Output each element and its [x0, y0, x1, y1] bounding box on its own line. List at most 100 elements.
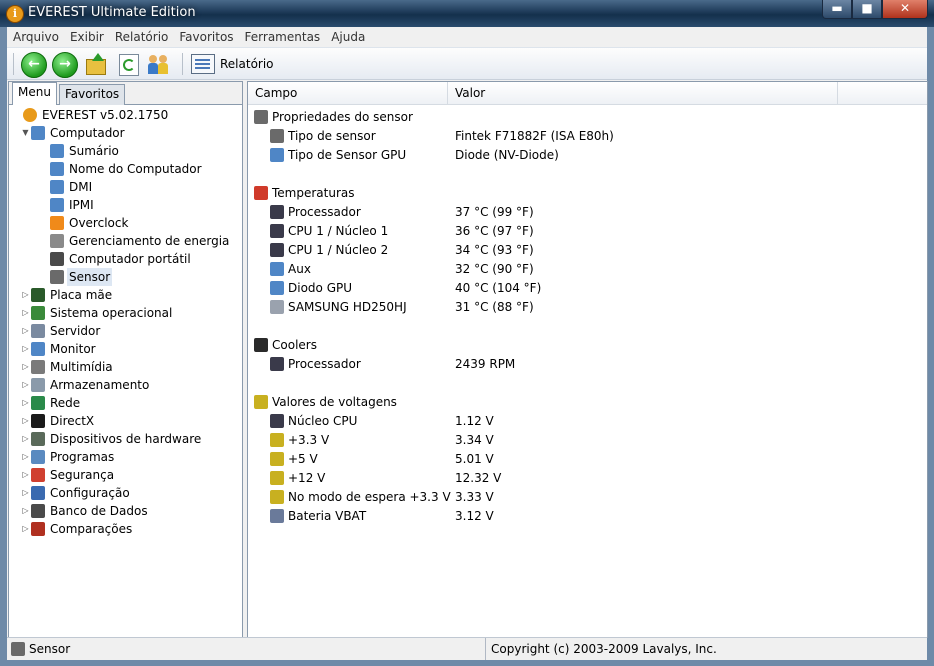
- tree-item[interactable]: EVEREST v5.02.1750: [9, 106, 242, 124]
- up-folder-icon[interactable]: [84, 52, 108, 76]
- tree-item[interactable]: ▷ Banco de Dados: [9, 502, 242, 520]
- storage-icon: [31, 378, 45, 392]
- tab-favoritos[interactable]: Favoritos: [59, 84, 126, 105]
- tree-item[interactable]: ▷ Rede: [9, 394, 242, 412]
- status-copyright: Copyright (c) 2003-2009 Lavalys, Inc.: [491, 642, 717, 656]
- field-name: Processador: [288, 357, 361, 371]
- title-bar[interactable]: i EVEREST Ultimate Edition ▬ ■ ✕: [0, 0, 934, 27]
- menu-ajuda[interactable]: Ajuda: [325, 27, 370, 44]
- menu-exibir[interactable]: Exibir: [64, 27, 109, 44]
- tree-item-label: Rede: [50, 396, 81, 410]
- tree-item[interactable]: ▷ Configuração: [9, 484, 242, 502]
- computer-icon: [31, 126, 45, 140]
- tree-item[interactable]: DMI: [9, 178, 242, 196]
- detail-row[interactable]: Aux 32 °C (90 °F): [270, 260, 920, 279]
- tree-item-label: Dispositivos de hardware: [50, 432, 202, 446]
- tree-item[interactable]: Computador portátil: [9, 250, 242, 268]
- menu-relatorio[interactable]: Relatório: [109, 27, 174, 44]
- detail-row[interactable]: No modo de espera +3.3 V 3.33 V: [270, 488, 920, 507]
- forward-arrow-icon[interactable]: →: [52, 52, 78, 78]
- tree-item[interactable]: ▷ Servidor: [9, 322, 242, 340]
- detail-row[interactable]: Bateria VBAT 3.12 V: [270, 507, 920, 526]
- tree-item[interactable]: ▷ Segurança: [9, 466, 242, 484]
- field-name: Núcleo CPU: [288, 414, 358, 428]
- detail-row[interactable]: Tipo de sensor Fintek F71882F (ISA E80h): [270, 127, 920, 146]
- detail-row[interactable]: CPU 1 / Núcleo 2 34 °C (93 °F): [270, 241, 920, 260]
- close-button[interactable]: ✕: [882, 0, 928, 19]
- tree-item[interactable]: ▷ Armazenamento: [9, 376, 242, 394]
- detail-row[interactable]: Núcleo CPU 1.12 V: [270, 412, 920, 431]
- detail-row[interactable]: +3.3 V 3.34 V: [270, 431, 920, 450]
- column-valor[interactable]: Valor: [448, 82, 838, 104]
- collapsed-triangle-icon[interactable]: ▷: [21, 286, 30, 304]
- collapsed-triangle-icon[interactable]: ▷: [21, 358, 30, 376]
- collapsed-triangle-icon[interactable]: ▷: [21, 322, 30, 340]
- motherboard-icon: [31, 288, 45, 302]
- collapsed-triangle-icon[interactable]: ▷: [21, 394, 30, 412]
- collapsed-triangle-icon[interactable]: ▷: [21, 412, 30, 430]
- tree-item[interactable]: ▷ Programas: [9, 448, 242, 466]
- app-info-icon[interactable]: i: [6, 5, 24, 23]
- windows-logo-icon: [31, 306, 45, 320]
- menu-ferramentas[interactable]: Ferramentas: [239, 27, 326, 44]
- detail-row[interactable]: SAMSUNG HD250HJ 31 °C (88 °F): [270, 298, 920, 317]
- detail-row[interactable]: Processador 37 °C (99 °F): [270, 203, 920, 222]
- tree-item[interactable]: ▷ Monitor: [9, 340, 242, 358]
- refresh-icon[interactable]: [116, 52, 140, 76]
- maximize-button[interactable]: ■: [852, 0, 882, 19]
- detail-row[interactable]: Processador 2439 RPM: [270, 355, 920, 374]
- minimize-button[interactable]: ▬: [822, 0, 852, 19]
- shield-icon: [31, 468, 45, 482]
- menu-favoritos[interactable]: Favoritos: [173, 27, 238, 44]
- field-name: Bateria VBAT: [288, 509, 367, 523]
- field-name: SAMSUNG HD250HJ: [288, 300, 407, 314]
- collapsed-triangle-icon[interactable]: ▷: [21, 484, 30, 502]
- tree-item[interactable]: IPMI: [9, 196, 242, 214]
- back-arrow-icon[interactable]: ←: [21, 52, 47, 78]
- field-name: +5 V: [288, 452, 318, 466]
- collapsed-triangle-icon[interactable]: ▷: [21, 376, 30, 394]
- voltage-warning-icon: [254, 395, 268, 409]
- tree-item[interactable]: ▷ Multimídia: [9, 358, 242, 376]
- menu-bar: Arquivo Exibir Relatório Favoritos Ferrament…: [7, 27, 927, 48]
- tree-item[interactable]: ▼ Computador: [9, 124, 242, 142]
- info-icon: [23, 108, 37, 122]
- group-title: Coolers: [272, 338, 317, 352]
- window-title: EVEREST Ultimate Edition: [28, 5, 196, 20]
- expanded-triangle-icon[interactable]: ▼: [21, 124, 30, 142]
- collapsed-triangle-icon[interactable]: ▷: [21, 448, 30, 466]
- tree-item[interactable]: Nome do Computador: [9, 160, 242, 178]
- status-bar: Sensor Copyright (c) 2003-2009 Lavalys, …: [7, 637, 927, 660]
- field-name: Tipo de sensor: [288, 129, 376, 143]
- tree-item[interactable]: ▷ Placa mãe: [9, 286, 242, 304]
- users-icon[interactable]: [147, 52, 171, 76]
- tree-item[interactable]: ▷ DirectX: [9, 412, 242, 430]
- tree-item[interactable]: Sensor: [9, 268, 242, 286]
- detail-row[interactable]: Diodo GPU 40 °C (104 °F): [270, 279, 920, 298]
- tree-item[interactable]: Gerenciamento de energia: [9, 232, 242, 250]
- detail-row[interactable]: CPU 1 / Núcleo 1 36 °C (97 °F): [270, 222, 920, 241]
- report-icon[interactable]: [191, 54, 215, 74]
- collapsed-triangle-icon[interactable]: ▷: [21, 502, 30, 520]
- collapsed-triangle-icon[interactable]: ▷: [21, 430, 30, 448]
- tree-item[interactable]: ▷ Comparações: [9, 520, 242, 538]
- tree-item[interactable]: Sumário: [9, 142, 242, 160]
- gpu-icon: [270, 148, 284, 162]
- collapsed-triangle-icon[interactable]: ▷: [21, 520, 30, 538]
- tab-menu[interactable]: Menu: [12, 82, 57, 105]
- detail-row[interactable]: +5 V 5.01 V: [270, 450, 920, 469]
- collapsed-triangle-icon[interactable]: ▷: [21, 304, 30, 322]
- tree-item[interactable]: Overclock: [9, 214, 242, 232]
- report-button-label[interactable]: Relatório: [220, 57, 274, 71]
- detail-row[interactable]: +12 V 12.32 V: [270, 469, 920, 488]
- collapsed-triangle-icon[interactable]: ▷: [21, 466, 30, 484]
- voltage-warning-icon: [270, 433, 284, 447]
- menu-arquivo[interactable]: Arquivo: [7, 27, 64, 44]
- tree-item[interactable]: ▷ Sistema operacional: [9, 304, 242, 322]
- collapsed-triangle-icon[interactable]: ▷: [21, 340, 30, 358]
- detail-row[interactable]: Tipo de Sensor GPU Diode (NV-Diode): [270, 146, 920, 165]
- voltage-warning-icon: [270, 452, 284, 466]
- column-campo[interactable]: Campo: [248, 82, 448, 104]
- field-value: 40 °C (104 °F): [455, 281, 542, 295]
- tree-item[interactable]: ▷ Dispositivos de hardware: [9, 430, 242, 448]
